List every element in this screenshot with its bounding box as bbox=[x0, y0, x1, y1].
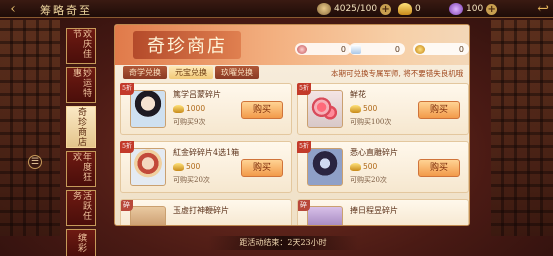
item-thumbnail[interactable] bbox=[130, 90, 166, 128]
fragment-badge: 碎 bbox=[298, 200, 310, 211]
gold-coin-icon bbox=[415, 44, 425, 54]
tab-exchange-3[interactable]: 玖曜兑换 bbox=[215, 66, 259, 79]
shop-currency-3-value: 0 bbox=[458, 44, 464, 54]
shop-currency-2-value: 0 bbox=[394, 44, 400, 54]
page-title: 筹略奇至 bbox=[40, 4, 92, 17]
shop-currency-2: 0 bbox=[349, 43, 405, 55]
item-name: 鲜花 bbox=[350, 90, 366, 99]
shop-item: 5折 鲜花 500 可购买100次 购买 bbox=[297, 83, 469, 135]
item-purchase-limit: 可购买100次 bbox=[350, 118, 392, 126]
shop-item: 碎 捧日程昱碎片 bbox=[297, 199, 469, 225]
shop-header: 奇珍商店 0 0 0 bbox=[115, 25, 469, 65]
shop-item-grid: 5折 篤学吕蒙碎片 1000 可购买9次 购买 5折 鲜花 500 可购买100… bbox=[120, 83, 469, 225]
nav-item-festival[interactable]: 欢庆佳节 bbox=[66, 28, 96, 64]
item-purchase-limit: 可购买20次 bbox=[173, 176, 210, 184]
item-price-value: 500 bbox=[186, 162, 201, 171]
item-thumbnail[interactable] bbox=[307, 90, 343, 128]
item-price: 500 bbox=[350, 162, 377, 171]
item-price: 500 bbox=[173, 162, 200, 171]
resource-counter-3: 100 + bbox=[449, 2, 498, 16]
nav-item-active-tasks[interactable]: 活跃任务 bbox=[66, 190, 96, 226]
item-thumbnail[interactable] bbox=[130, 148, 166, 186]
gem-icon bbox=[449, 3, 463, 15]
scroll-token-icon bbox=[351, 44, 361, 54]
shop-currency-1: 0 bbox=[295, 43, 351, 55]
shop-currency-1-value: 0 bbox=[340, 44, 346, 54]
side-navigation: 欢庆佳节 妙运特惠 奇珍商店 年度狂欢 活跃任务 缤彩 bbox=[66, 28, 100, 256]
nav-item-treasure-shop[interactable]: 奇珍商店 bbox=[66, 106, 96, 148]
item-price-value: 500 bbox=[363, 104, 378, 113]
tab-exchange-1[interactable]: 奇学兑换 bbox=[123, 66, 167, 79]
item-name: 捧日程昱碎片 bbox=[350, 206, 398, 215]
tab-exchange-2[interactable]: 元宝兑换 bbox=[169, 66, 213, 79]
shop-title: 奇珍商店 bbox=[133, 31, 241, 59]
menu-toggle-icon[interactable]: ☰ bbox=[28, 155, 42, 169]
flower-token-icon bbox=[297, 44, 307, 54]
buy-button[interactable]: 购买 bbox=[418, 101, 460, 119]
fragment-badge: 碎 bbox=[121, 200, 133, 211]
buy-button[interactable]: 购买 bbox=[418, 159, 460, 177]
resource-2-value: 0 bbox=[415, 4, 421, 14]
item-purchase-limit: 可购买20次 bbox=[350, 176, 387, 184]
discount-badge: 5折 bbox=[120, 141, 134, 153]
item-thumbnail[interactable] bbox=[130, 206, 166, 225]
item-price: 500 bbox=[350, 104, 377, 113]
item-purchase-limit: 可购买9次 bbox=[173, 118, 206, 126]
gold-ingot-icon bbox=[398, 3, 412, 15]
exit-icon[interactable]: ↩ bbox=[537, 1, 549, 17]
shop-tabs: 奇学兑换 元宝兑换 玖曜兑换 bbox=[123, 66, 259, 79]
resource-1-value: 4025/100 bbox=[334, 4, 378, 14]
gold-ingot-icon bbox=[173, 162, 184, 171]
back-arrow-icon[interactable]: ‹ bbox=[4, 1, 22, 17]
resource-counter-1: 4025/100 + bbox=[317, 2, 392, 16]
add-resource-3-button[interactable]: + bbox=[486, 3, 498, 15]
top-bar: ‹ 筹略奇至 4025/100 + 0 100 + ↩ bbox=[0, 0, 553, 18]
buy-button[interactable]: 购买 bbox=[241, 159, 283, 177]
item-name: 悉心直雕碎片 bbox=[350, 148, 398, 157]
shop-notice: 本期可兑换专属军师, 将不要错失良机哦 bbox=[331, 69, 464, 78]
shop-currency-3: 0 bbox=[413, 43, 469, 55]
item-price: 1000 bbox=[173, 104, 205, 113]
shop-item: 碎 玉虚打神鞭碎片 bbox=[120, 199, 292, 225]
resource-3-value: 100 bbox=[466, 4, 484, 14]
token-icon bbox=[317, 3, 331, 15]
discount-badge: 5折 bbox=[120, 83, 134, 95]
nav-item-annual-carnival[interactable]: 年度狂欢 bbox=[66, 151, 96, 187]
add-resource-1-button[interactable]: + bbox=[380, 3, 392, 15]
resource-counter-2: 0 bbox=[398, 2, 421, 16]
item-name: 玉虚打神鞭碎片 bbox=[173, 206, 229, 215]
gold-ingot-icon bbox=[350, 162, 361, 171]
gold-ingot-icon bbox=[350, 104, 361, 113]
gold-ingot-icon bbox=[173, 104, 184, 113]
shop-panel: 奇珍商店 0 0 0 奇学兑换 元宝兑换 玖曜兑换 本期可兑换专属军师, 将不要… bbox=[114, 24, 470, 226]
lattice-window-left bbox=[0, 20, 60, 236]
buy-button[interactable]: 购买 bbox=[241, 101, 283, 119]
item-thumbnail[interactable] bbox=[307, 148, 343, 186]
item-name: 紅金碎碎片4选1箱 bbox=[173, 148, 240, 157]
shop-item: 5折 篤学吕蒙碎片 1000 可购买9次 购买 bbox=[120, 83, 292, 135]
item-name: 篤学吕蒙碎片 bbox=[173, 90, 221, 99]
nav-item-special-offer[interactable]: 妙运特惠 bbox=[66, 67, 96, 103]
discount-badge: 5折 bbox=[297, 83, 311, 95]
discount-badge: 5折 bbox=[297, 141, 311, 153]
lattice-window-right bbox=[491, 20, 553, 236]
item-price-value: 500 bbox=[363, 162, 378, 171]
shop-item: 5折 紅金碎碎片4选1箱 500 可购买20次 购买 bbox=[120, 141, 292, 193]
event-countdown: 距活动结束：2天23小时 bbox=[208, 236, 358, 250]
shop-item: 5折 悉心直雕碎片 500 可购买20次 购买 bbox=[297, 141, 469, 193]
item-price-value: 1000 bbox=[186, 104, 206, 113]
item-thumbnail[interactable] bbox=[307, 206, 343, 225]
nav-item-colorful[interactable]: 缤彩 bbox=[66, 229, 96, 256]
